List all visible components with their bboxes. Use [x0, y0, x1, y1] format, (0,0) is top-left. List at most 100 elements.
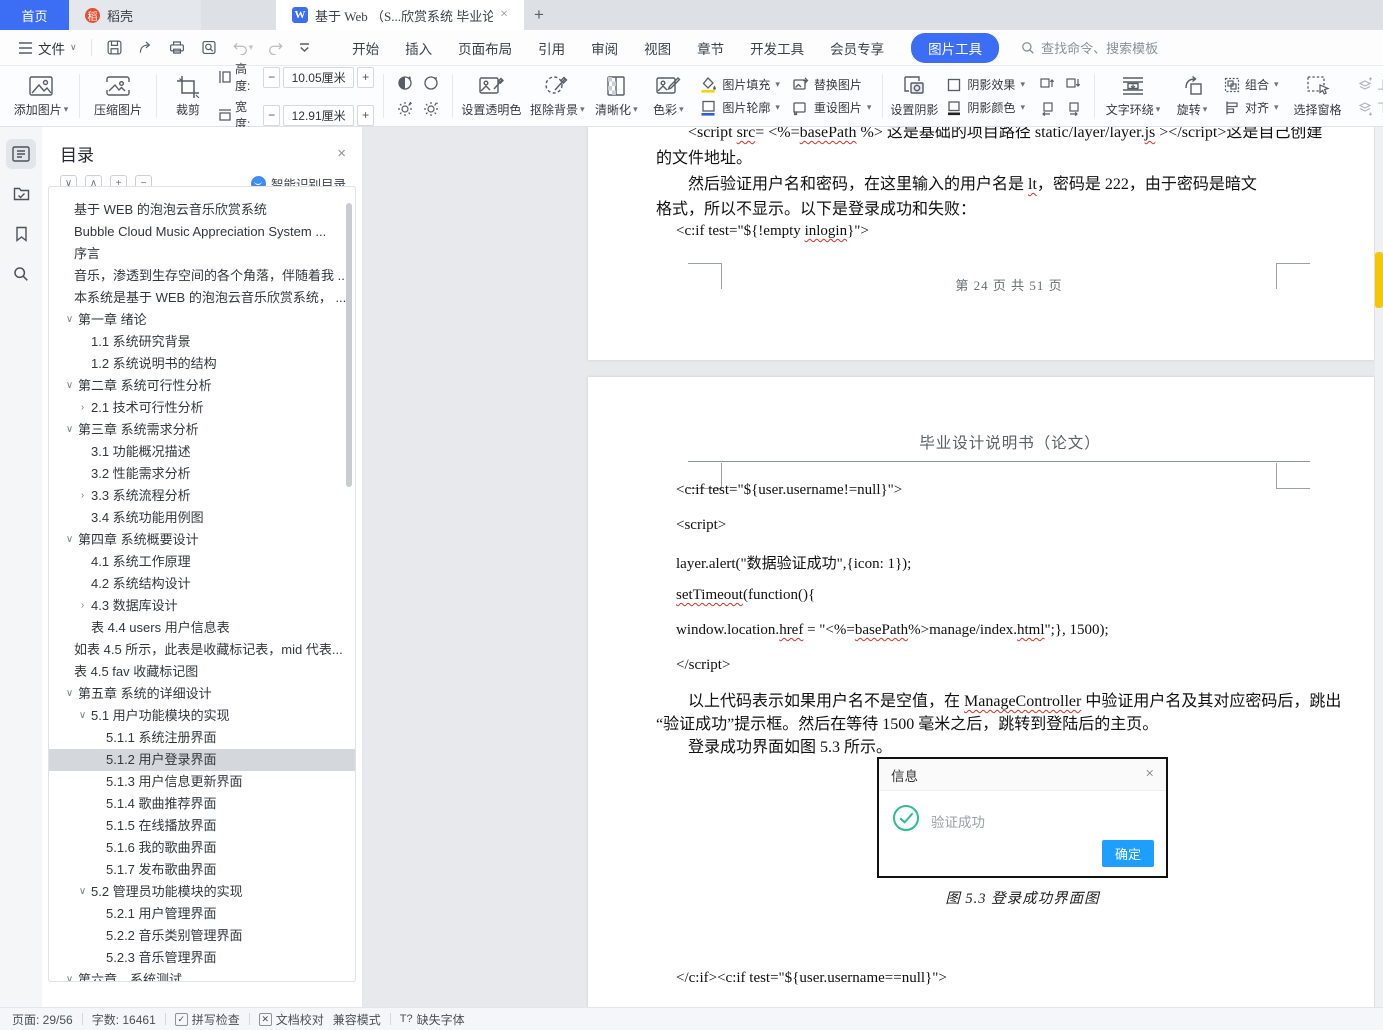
toc-item[interactable]: 5.2.3 音乐管理界面	[49, 947, 355, 969]
nudge-left-icon[interactable]	[1035, 97, 1059, 121]
toc-item[interactable]: 3.4 系统功能用例图	[49, 507, 355, 529]
align-button[interactable]: 对齐 ▾	[1224, 99, 1279, 116]
shadow-effect-button[interactable]: 阴影效果 ▾	[946, 76, 1025, 93]
toc-item[interactable]: ∨ 第四章 系统概要设计	[49, 529, 355, 551]
document-page-24[interactable]: <script src= <%=basePath %> 这是基础的项目路径 st…	[588, 127, 1374, 360]
toc-panel-icon[interactable]	[6, 139, 36, 169]
toc-item[interactable]: › 3.3 系统流程分析	[49, 485, 355, 507]
bring-forward-button[interactable]: 上移一	[1357, 76, 1383, 93]
new-tab-button[interactable]: +	[524, 0, 554, 30]
toc-item[interactable]: 如表 4.5 所示，此表是收藏标记表，mid 代表...	[49, 639, 355, 661]
toc-item[interactable]: ∨ 第一章 绪论	[49, 309, 355, 331]
tab-home[interactable]: 首页	[0, 0, 69, 30]
chevron-down-icon[interactable]: ∨	[61, 529, 78, 551]
text-wrap-button[interactable]: 文字环绕 ▾	[1100, 68, 1166, 124]
save-icon[interactable]	[106, 39, 123, 56]
tab-close-icon[interactable]: ×	[500, 7, 508, 23]
rotate-button[interactable]: 旋转 ▾	[1166, 68, 1218, 124]
undo-dropdown-icon[interactable]: ▾	[249, 42, 254, 53]
proofread-toggle[interactable]: ✕ 文档校对	[258, 1011, 324, 1028]
menu-item-7[interactable]: 开发工具	[737, 32, 817, 64]
height-value[interactable]: 10.05厘米	[283, 66, 354, 88]
toc-item[interactable]: Bubble Cloud Music Appreciation System .…	[49, 221, 355, 243]
toc-item[interactable]: ∨ 5.1 用户功能模块的实现	[49, 705, 355, 727]
undo-icon[interactable]: ▾	[232, 40, 254, 55]
toc-item[interactable]: 5.1.5 在线播放界面	[49, 815, 355, 837]
close-icon[interactable]: ×	[337, 145, 346, 162]
color-button[interactable]: 色彩 ▾	[642, 68, 694, 124]
crop-button[interactable]: 裁剪	[162, 68, 214, 124]
menu-item-5[interactable]: 视图	[631, 32, 684, 64]
toc-item[interactable]: 1.2 系统说明书的结构	[49, 353, 355, 375]
print-preview-icon[interactable]	[200, 39, 218, 56]
toc-item[interactable]: 5.2.1 用户管理界面	[49, 903, 355, 925]
toc-item[interactable]: 5.1.2 用户登录界面	[49, 749, 355, 771]
toc-item[interactable]: 5.1.7 发布歌曲界面	[49, 859, 355, 881]
width-increase-button[interactable]: +	[356, 104, 375, 126]
toc-item[interactable]: ∨ 第三章 系统需求分析	[49, 419, 355, 441]
toc-item[interactable]: 5.2.2 音乐类别管理界面	[49, 925, 355, 947]
picture-fill-button[interactable]: 图片填充 ▾	[700, 76, 780, 93]
chevron-down-icon[interactable]: ∨	[74, 881, 91, 903]
chevron-down-icon[interactable]: ∨	[61, 969, 78, 981]
toc-item[interactable]: 4.1 系统工作原理	[49, 551, 355, 573]
brightness-increase-icon[interactable]	[393, 97, 417, 121]
add-picture-button[interactable]: 添加图片 ▾	[8, 68, 74, 124]
toc-item[interactable]: 5.1.6 我的歌曲界面	[49, 837, 355, 859]
nudge-right-icon[interactable]	[1061, 97, 1085, 121]
document-page-25[interactable]: 毕业设计说明书（论文） <c:if test="${user.username!…	[588, 377, 1374, 1007]
chevron-down-icon[interactable]: ∨	[61, 309, 78, 331]
bookmark-icon[interactable]	[6, 219, 36, 249]
selection-pane-button[interactable]: 选择窗格	[1285, 68, 1351, 124]
toc-item[interactable]: › 2.1 技术可行性分析	[49, 397, 355, 419]
menu-item-2[interactable]: 页面布局	[445, 32, 525, 64]
toc-item[interactable]: ∨ 5.2 管理员功能模块的实现	[49, 881, 355, 903]
toc-item[interactable]: 1.1 系统研究背景	[49, 331, 355, 353]
tab-document[interactable]: W 基于 Web （S...欣赏系统 毕业论文 ×	[276, 0, 524, 30]
document-canvas[interactable]: <script src= <%=basePath %> 这是基础的项目路径 st…	[363, 127, 1383, 1007]
more-icon[interactable]	[298, 42, 311, 53]
width-decrease-button[interactable]: −	[262, 104, 281, 126]
nudge-up-icon[interactable]	[1035, 71, 1059, 95]
toc-item[interactable]: ∨ 第六章 系统测试	[49, 969, 355, 981]
toc-item[interactable]: 音乐，渗透到生存空间的各个角落，伴随着我 ...	[49, 265, 355, 287]
picture-outline-button[interactable]: 图片轮廓 ▾	[700, 99, 780, 116]
spellcheck-toggle[interactable]: ✓ 拼写检查	[174, 1011, 240, 1028]
contrast-increase-icon[interactable]	[393, 71, 417, 95]
toc-item[interactable]: 5.1.3 用户信息更新界面	[49, 771, 355, 793]
compress-picture-button[interactable]: 压缩图片	[85, 68, 151, 124]
replace-picture-button[interactable]: 替换图片	[792, 76, 872, 93]
menu-item-0[interactable]: 开始	[339, 32, 392, 64]
word-count[interactable]: 字数: 16461	[92, 1011, 156, 1028]
toc-item[interactable]: 5.1.1 系统注册界面	[49, 727, 355, 749]
contrast-decrease-icon[interactable]	[419, 71, 443, 95]
toc-item[interactable]: 基于 WEB 的泡泡云音乐欣赏系统	[49, 199, 355, 221]
toc-item[interactable]: › 4.3 数据库设计	[49, 595, 355, 617]
menu-item-1[interactable]: 插入	[392, 32, 445, 64]
toc-scrollbar[interactable]	[346, 203, 352, 487]
chevron-down-icon[interactable]: ∨	[61, 683, 78, 705]
toc-item[interactable]: 3.2 性能需求分析	[49, 463, 355, 485]
chevron-down-icon[interactable]: ∨	[74, 705, 91, 727]
width-value[interactable]: 12.91厘米	[283, 104, 354, 126]
set-shadow-button[interactable]: 设置阴影	[888, 68, 940, 124]
chevron-right-icon[interactable]: ›	[74, 595, 91, 617]
missing-font-indicator[interactable]: T? 缺失字体	[400, 1011, 465, 1028]
remove-background-button[interactable]: 抠除背景 ▾	[524, 68, 590, 124]
vertical-scrollbar[interactable]	[1375, 127, 1383, 1007]
height-decrease-button[interactable]: −	[262, 66, 281, 88]
reset-picture-button[interactable]: 重设图片 ▾	[792, 99, 871, 116]
tab-docer[interactable]: 稻 稻壳	[69, 0, 201, 30]
page-indicator[interactable]: 页面: 29/56	[12, 1011, 73, 1028]
redo-icon[interactable]	[267, 40, 284, 55]
tab-picture-tools[interactable]: 图片工具	[911, 32, 1000, 63]
chevron-down-icon[interactable]: ∨	[61, 419, 78, 441]
brightness-decrease-icon[interactable]	[419, 97, 443, 121]
toc-item[interactable]: 表 4.5 fav 收藏标记图	[49, 661, 355, 683]
clarify-button[interactable]: 清晰化 ▾	[590, 68, 642, 124]
group-button[interactable]: 组合 ▾	[1224, 76, 1279, 93]
toc-item[interactable]: ∨ 第五章 系统的详细设计	[49, 683, 355, 705]
toc-item[interactable]: 5.1.4 歌曲推荐界面	[49, 793, 355, 815]
toc-item[interactable]: ∨ 第二章 系统可行性分析	[49, 375, 355, 397]
menu-item-6[interactable]: 章节	[684, 32, 737, 64]
